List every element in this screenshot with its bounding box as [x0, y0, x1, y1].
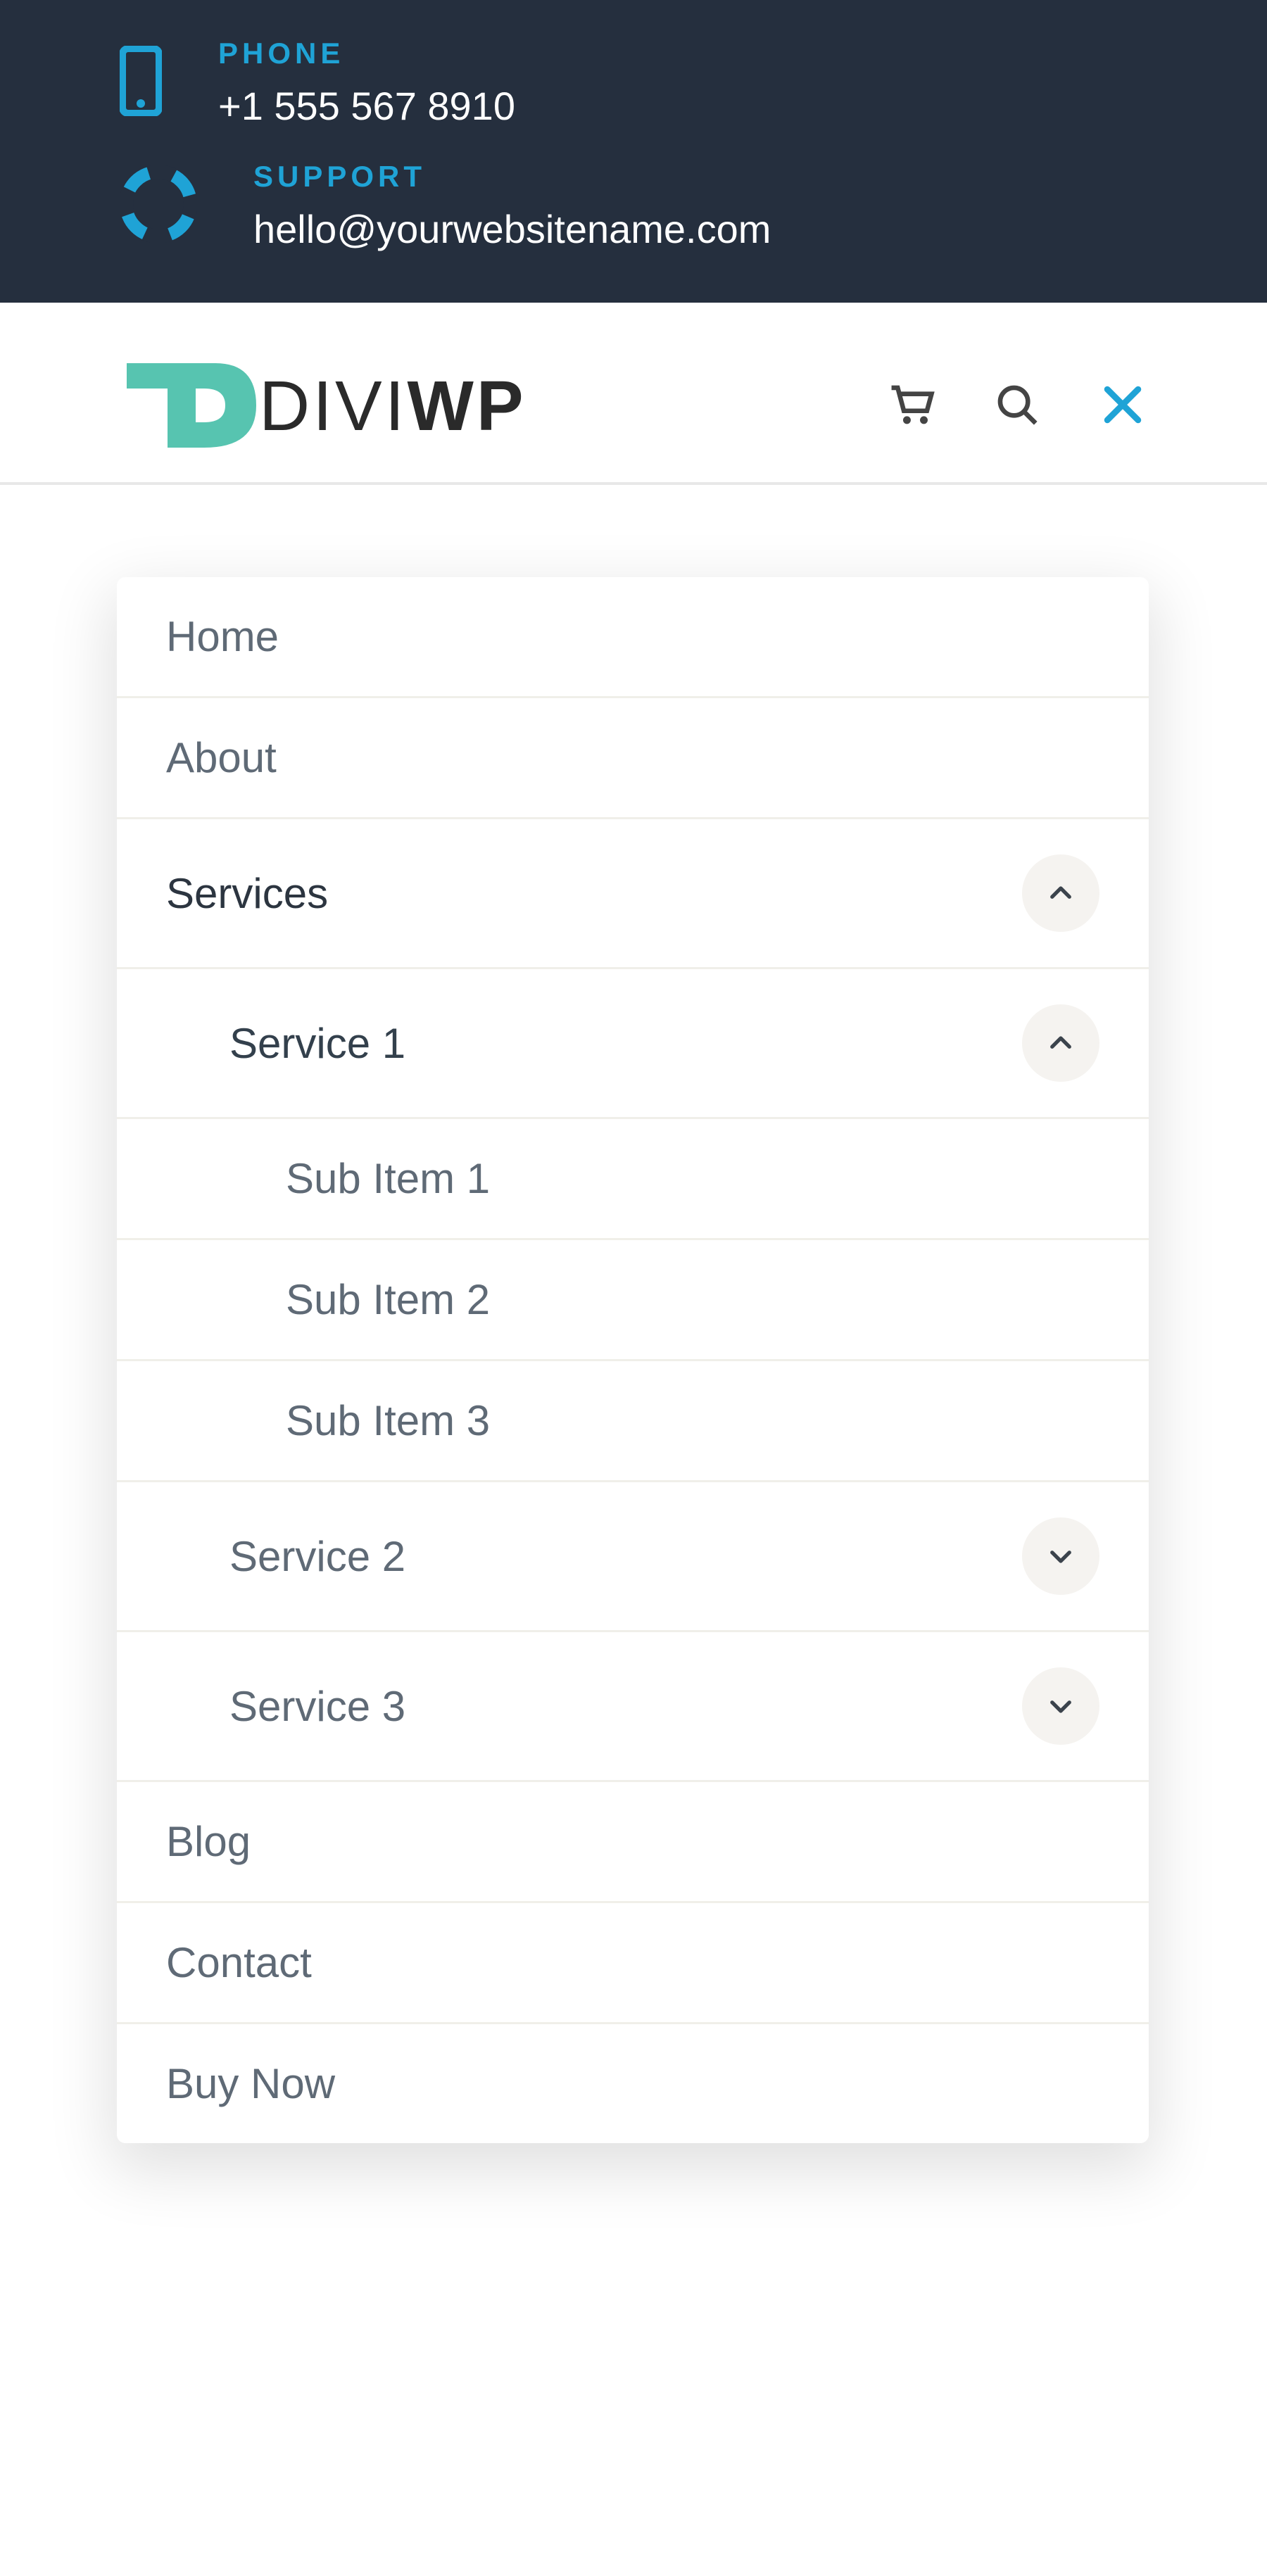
- menu-item-sub-1[interactable]: Sub Item 1: [117, 1119, 1149, 1240]
- menu-item-label: Sub Item 3: [286, 1396, 490, 1445]
- chevron-up-icon[interactable]: [1022, 854, 1099, 932]
- menu-item-label: Home: [166, 612, 279, 661]
- search-icon[interactable]: [992, 380, 1042, 433]
- phone-icon: [120, 46, 162, 120]
- site-logo[interactable]: DIVIWP: [120, 352, 527, 461]
- chevron-up-icon[interactable]: [1022, 1004, 1099, 1082]
- menu-item-blog[interactable]: Blog: [117, 1782, 1149, 1903]
- menu-item-service-3[interactable]: Service 3: [117, 1632, 1149, 1782]
- menu-item-sub-2[interactable]: Sub Item 2: [117, 1240, 1149, 1361]
- menu-item-label: Blog: [166, 1817, 251, 1866]
- menu-item-label: Contact: [166, 1938, 312, 1987]
- menu-item-service-1[interactable]: Service 1: [117, 969, 1149, 1119]
- chevron-down-icon[interactable]: [1022, 1517, 1099, 1595]
- chevron-down-icon[interactable]: [1022, 1667, 1099, 1745]
- menu-item-home[interactable]: Home: [117, 577, 1149, 698]
- menu-item-contact[interactable]: Contact: [117, 1903, 1149, 2024]
- menu-item-about[interactable]: About: [117, 698, 1149, 819]
- menu-item-label: Sub Item 1: [286, 1154, 490, 1203]
- menu-item-label: Sub Item 2: [286, 1275, 490, 1324]
- logo-mark-icon: [120, 352, 260, 461]
- phone-label: PHONE: [218, 37, 515, 70]
- menu-item-service-2[interactable]: Service 2: [117, 1482, 1149, 1632]
- support-value[interactable]: hello@yourwebsitename.com: [253, 206, 771, 252]
- close-icon[interactable]: [1098, 380, 1147, 433]
- phone-row: PHONE +1 555 567 8910: [120, 21, 1147, 144]
- menu-item-label: Service 2: [229, 1532, 405, 1581]
- menu-item-sub-3[interactable]: Sub Item 3: [117, 1361, 1149, 1482]
- life-ring-icon: [120, 165, 197, 246]
- cart-icon[interactable]: [887, 380, 936, 433]
- menu-item-label: Service 1: [229, 1019, 405, 1068]
- site-header: DIVIWP: [0, 303, 1267, 485]
- menu-item-label: About: [166, 733, 277, 782]
- menu-item-services[interactable]: Services: [117, 819, 1149, 969]
- support-row: SUPPORT hello@yourwebsitename.com: [120, 144, 1147, 267]
- menu-item-label: Buy Now: [166, 2059, 335, 2108]
- mobile-menu-panel: Home About Services Service 1 Sub Item 1…: [117, 577, 1149, 2143]
- top-info-bar: PHONE +1 555 567 8910 SUPPORT hello@your…: [0, 0, 1267, 303]
- menu-item-label: Services: [166, 869, 328, 918]
- support-label: SUPPORT: [253, 160, 771, 194]
- logo-text: DIVIWP: [259, 366, 527, 447]
- menu-item-label: Service 3: [229, 1682, 405, 1731]
- phone-value[interactable]: +1 555 567 8910: [218, 83, 515, 129]
- menu-item-buy-now[interactable]: Buy Now: [117, 2024, 1149, 2143]
